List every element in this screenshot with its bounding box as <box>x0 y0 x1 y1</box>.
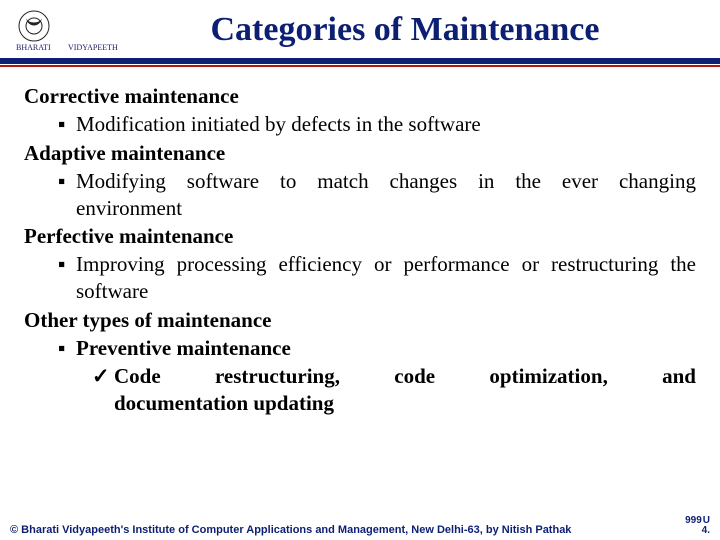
bullet-icon: ▪ <box>58 111 76 138</box>
heading-adaptive: Adaptive maintenance <box>24 140 696 167</box>
check-icon: ✓ <box>92 363 114 417</box>
bullet-other: ▪ Preventive maintenance <box>58 335 696 362</box>
bullet-adaptive: ▪ Modifyingsoftwaretomatchchangesintheev… <box>58 168 696 222</box>
svg-text:VIDYAPEETH: VIDYAPEETH <box>68 43 118 52</box>
svg-text:BHARATI: BHARATI <box>16 43 51 52</box>
org-logo: BHARATI VIDYAPEETH <box>10 6 120 54</box>
heading-corrective: Corrective maintenance <box>24 83 696 110</box>
slide-content: Corrective maintenance ▪ Modification in… <box>0 67 720 426</box>
heading-other: Other types of maintenance <box>24 307 696 334</box>
page-number: 999U 4. <box>685 516 710 536</box>
bullet-perfective: ▪ Improving processing efficiency or per… <box>58 251 696 305</box>
check-text: Code restructuring, code optimization, a… <box>114 363 696 417</box>
bullet-text: Improving processing efficiency or perfo… <box>76 251 696 305</box>
bullet-icon: ▪ <box>58 168 76 222</box>
justified-line: Code restructuring, code optimization, a… <box>114 363 696 390</box>
slide-root: BHARATI VIDYAPEETH Categories of Mainten… <box>0 0 720 540</box>
justified-line: Modifyingsoftwaretomatchchangesintheever… <box>76 168 696 195</box>
bullet-icon: ▪ <box>58 335 76 362</box>
slide-header: BHARATI VIDYAPEETH Categories of Mainten… <box>0 0 720 58</box>
slide-footer: © Bharati Vidyapeeth's Institute of Comp… <box>0 516 720 536</box>
footer-text: © Bharati Vidyapeeth's Institute of Comp… <box>10 524 685 536</box>
bullet-text: Preventive maintenance <box>76 335 696 362</box>
bullet-text: Modifyingsoftwaretomatchchangesintheever… <box>76 168 696 222</box>
slide-title: Categories of Maintenance <box>120 11 710 49</box>
heading-perfective: Perfective maintenance <box>24 223 696 250</box>
bullet-text: Modification initiated by defects in the… <box>76 111 696 138</box>
title-rule-blue <box>0 58 720 64</box>
check-item: ✓ Code restructuring, code optimization,… <box>92 363 696 417</box>
bullet-corrective: ▪ Modification initiated by defects in t… <box>58 111 696 138</box>
bullet-icon: ▪ <box>58 251 76 305</box>
